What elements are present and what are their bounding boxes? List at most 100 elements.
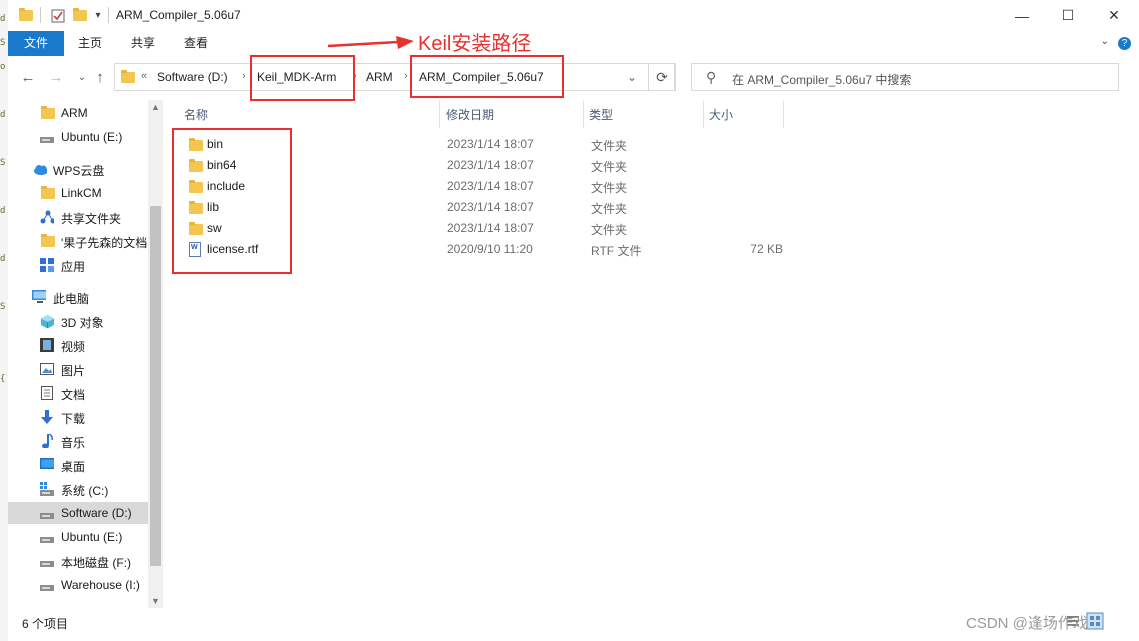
sidebar-item-label: 本地磁盘 (F:) bbox=[61, 556, 131, 570]
sidebar-item-documents-folder[interactable]: '果子先森的文档 bbox=[8, 230, 148, 252]
sidebar-item-documents[interactable]: 文档 bbox=[8, 382, 148, 404]
customize-toolbar-icon[interactable]: ▾ bbox=[92, 7, 104, 23]
sidebar-item-software-d[interactable]: Software (D:) bbox=[8, 502, 148, 524]
file-type: 文件夹 bbox=[591, 160, 628, 174]
sidebar-item-music[interactable]: 音乐 bbox=[8, 430, 148, 452]
share-icon bbox=[40, 210, 54, 224]
sidebar-item-label: 图片 bbox=[61, 364, 86, 378]
column-divider[interactable] bbox=[439, 100, 440, 128]
maximize-button[interactable]: ☐ bbox=[1045, 0, 1091, 31]
sidebar-item-3d-objects[interactable]: 3D 对象 bbox=[8, 310, 148, 332]
cloud-icon bbox=[34, 165, 47, 175]
breadcrumb-arm[interactable]: ARM bbox=[366, 70, 393, 84]
sidebar-item-ubuntu[interactable]: Ubuntu (E:) bbox=[8, 126, 148, 148]
file-type: 文件夹 bbox=[591, 202, 628, 216]
sidebar-item-label: 此电脑 bbox=[53, 292, 90, 306]
folder-icon bbox=[41, 186, 55, 202]
column-header-name[interactable]: 名称 bbox=[184, 106, 208, 123]
sidebar-item-apps[interactable]: 应用 bbox=[8, 254, 148, 276]
sidebar-item-label: Software (D:) bbox=[61, 506, 132, 520]
search-box[interactable]: ⚲ 在 ARM_Compiler_5.06u7 中搜索 bbox=[691, 63, 1119, 91]
sidebar-item-label: LinkCM bbox=[61, 186, 102, 200]
sidebar-scrollbar[interactable]: ▲ ▼ bbox=[148, 100, 163, 608]
column-divider[interactable] bbox=[783, 100, 784, 128]
drive-icon bbox=[40, 585, 54, 591]
sidebar-item-label: ARM bbox=[61, 106, 88, 120]
watermark: CSDN @逢场作戏 bbox=[966, 615, 1088, 632]
column-header-type[interactable]: 类型 bbox=[589, 106, 613, 123]
drive-icon bbox=[40, 513, 54, 519]
window-title: ARM_Compiler_5.06u7 bbox=[116, 8, 241, 22]
file-explorer-window: ▾ ARM_Compiler_5.06u7 — ☐ ✕ 文件 主页 共享 查看 … bbox=[8, 0, 1139, 641]
folder-icon bbox=[41, 106, 55, 122]
up-button[interactable]: ↑ bbox=[92, 69, 108, 87]
drive-icon bbox=[40, 537, 54, 543]
sidebar-item-downloads[interactable]: 下载 bbox=[8, 406, 148, 428]
sidebar-item-warehouse-i[interactable]: Warehouse (I:) bbox=[8, 574, 148, 596]
breadcrumb-software[interactable]: Software (D:) bbox=[157, 70, 228, 84]
music-icon bbox=[42, 434, 53, 448]
sidebar-item-label: 应用 bbox=[61, 260, 86, 274]
breadcrumb-separator[interactable]: › bbox=[242, 70, 246, 82]
drive-icon bbox=[40, 561, 54, 567]
annotation-label: Keil安装路径 bbox=[418, 33, 532, 55]
sidebar-item-ubuntu-e[interactable]: Ubuntu (E:) bbox=[8, 526, 148, 548]
tab-home[interactable]: 主页 bbox=[70, 31, 110, 56]
apps-icon bbox=[40, 258, 54, 272]
refresh-button[interactable]: ⟳ bbox=[648, 63, 676, 91]
sidebar-item-this-pc[interactable]: 此电脑 bbox=[8, 286, 148, 308]
sidebar-item-pictures[interactable]: 图片 bbox=[8, 358, 148, 380]
address-bar[interactable]: « Software (D:) › Keil_MDK-Arm › ARM › A… bbox=[114, 63, 675, 91]
tab-share[interactable]: 共享 bbox=[123, 31, 163, 56]
navigation-pane: ARM Ubuntu (E:) WPS云盘 LinkCM 共享文件夹 '果子先森… bbox=[8, 100, 148, 608]
breadcrumb-overflow[interactable]: « bbox=[141, 70, 147, 82]
sidebar-item-shared-folder[interactable]: 共享文件夹 bbox=[8, 206, 148, 228]
folder-icon bbox=[121, 70, 135, 83]
back-button[interactable]: ← bbox=[20, 69, 36, 87]
annotation-box-file-list bbox=[172, 128, 292, 274]
help-icon[interactable]: ? bbox=[1118, 37, 1131, 50]
column-header-date[interactable]: 修改日期 bbox=[446, 106, 494, 123]
column-header-size[interactable]: 大小 bbox=[709, 106, 733, 123]
sidebar-item-local-disk-f[interactable]: 本地磁盘 (F:) bbox=[8, 550, 148, 572]
sidebar-item-label: Warehouse (I:) bbox=[61, 578, 140, 592]
properties-icon[interactable] bbox=[50, 7, 66, 23]
new-folder-icon[interactable] bbox=[72, 7, 88, 23]
ribbon-collapse-icon[interactable]: ⌄ bbox=[1101, 36, 1109, 47]
drive-icon bbox=[40, 137, 54, 143]
video-icon bbox=[40, 338, 54, 352]
document-icon bbox=[41, 386, 53, 400]
address-dropdown-icon[interactable]: ⌄ bbox=[627, 70, 637, 84]
scroll-up-icon[interactable]: ▲ bbox=[148, 102, 163, 112]
file-date: 2023/1/14 18:07 bbox=[447, 200, 534, 214]
sidebar-item-label: 视频 bbox=[61, 340, 86, 354]
file-size: 72 KB bbox=[750, 242, 783, 256]
tab-view[interactable]: 查看 bbox=[176, 31, 216, 56]
sidebar-item-wps-cloud[interactable]: WPS云盘 bbox=[8, 158, 148, 180]
file-date: 2023/1/14 18:07 bbox=[447, 221, 534, 235]
sidebar-item-label: 桌面 bbox=[61, 460, 86, 474]
forward-button[interactable]: → bbox=[48, 69, 64, 87]
sidebar-item-linkcm[interactable]: LinkCM bbox=[8, 182, 148, 204]
scrollbar-thumb[interactable] bbox=[150, 206, 161, 566]
tab-file[interactable]: 文件 bbox=[8, 31, 64, 56]
column-divider[interactable] bbox=[703, 100, 704, 128]
sidebar-item-videos[interactable]: 视频 bbox=[8, 334, 148, 356]
sidebar-item-desktop[interactable]: 桌面 bbox=[8, 454, 148, 476]
sidebar-item-system-c[interactable]: 系统 (C:) bbox=[8, 478, 148, 500]
close-button[interactable]: ✕ bbox=[1091, 0, 1137, 31]
sidebar-item-label: 共享文件夹 bbox=[61, 212, 122, 226]
sidebar-item-label: 文档 bbox=[61, 388, 86, 402]
breadcrumb-separator[interactable]: › bbox=[404, 70, 408, 82]
ribbon-tabs: 文件 主页 共享 查看 ⌄ ? bbox=[8, 31, 1139, 56]
file-date: 2020/9/10 11:20 bbox=[447, 242, 533, 256]
large-icons-view-icon[interactable] bbox=[1086, 612, 1104, 630]
column-divider[interactable] bbox=[583, 100, 584, 128]
scroll-down-icon[interactable]: ▼ bbox=[148, 596, 163, 606]
recent-locations-button[interactable]: ⌄ bbox=[74, 69, 90, 87]
system-drive-icon bbox=[40, 482, 54, 496]
minimize-button[interactable]: — bbox=[999, 0, 1045, 31]
annotation-arrow-icon bbox=[328, 36, 414, 49]
search-input[interactable]: 在 ARM_Compiler_5.06u7 中搜索 bbox=[732, 71, 911, 88]
sidebar-item-arm[interactable]: ARM bbox=[8, 102, 148, 124]
